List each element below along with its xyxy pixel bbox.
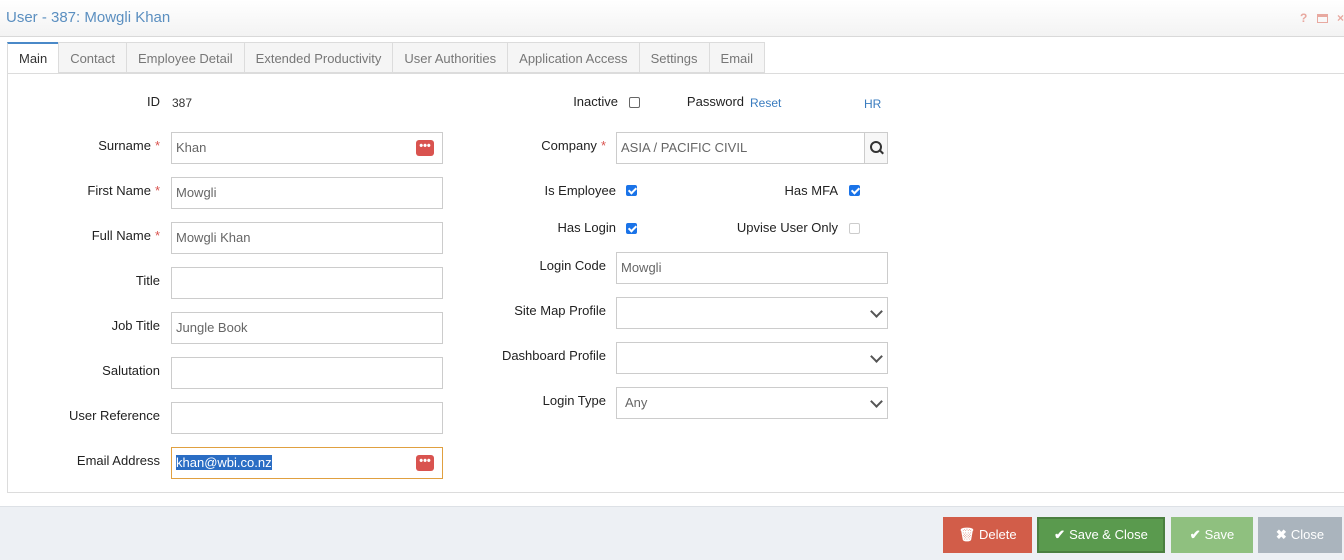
maximize-icon[interactable] bbox=[1316, 14, 1328, 24]
check-icon: ✔ bbox=[1189, 527, 1201, 542]
site-map-profile-label: Site Map Profile bbox=[514, 303, 606, 318]
more-options-icon[interactable]: ••• bbox=[416, 140, 434, 156]
login-type-value: Any bbox=[625, 395, 648, 410]
help-icon[interactable]: ? bbox=[1300, 11, 1307, 25]
first-name-field[interactable]: Mowgli bbox=[171, 177, 443, 209]
required-marker: * bbox=[154, 138, 160, 153]
required-marker: * bbox=[600, 138, 606, 153]
company-search-button[interactable] bbox=[864, 133, 887, 163]
has-login-checkbox[interactable] bbox=[626, 223, 637, 234]
tab-settings[interactable]: Settings bbox=[638, 42, 709, 73]
has-login-label: Has Login bbox=[557, 220, 616, 235]
hr-link[interactable]: HR bbox=[864, 97, 881, 111]
chevron-down-icon bbox=[870, 305, 883, 318]
save-close-button[interactable]: ✔ Save & Close bbox=[1037, 517, 1165, 553]
tab-extended-productivity[interactable]: Extended Productivity bbox=[243, 42, 393, 73]
email-address-field[interactable]: khan@wbi.co.nz ••• bbox=[171, 447, 443, 479]
full-name-label: Full Name * bbox=[91, 228, 160, 243]
login-code-field[interactable]: Mowgli bbox=[616, 252, 888, 284]
tab-user-authorities[interactable]: User Authorities bbox=[392, 42, 508, 73]
search-icon-handle bbox=[879, 149, 884, 155]
site-map-profile-select[interactable] bbox=[616, 297, 888, 329]
id-label: ID bbox=[147, 94, 160, 109]
required-marker: * bbox=[154, 183, 160, 198]
tab-bar: Main Contact Employee Detail Extended Pr… bbox=[7, 42, 766, 74]
more-options-icon[interactable]: ••• bbox=[416, 455, 434, 471]
window-titlebar: User - 387: Mowgli Khan ? × bbox=[0, 0, 1344, 37]
upvise-user-only-checkbox[interactable] bbox=[849, 223, 860, 234]
close-icon[interactable]: × bbox=[1337, 11, 1344, 25]
inactive-label: Inactive bbox=[573, 94, 618, 109]
salutation-label: Salutation bbox=[102, 363, 160, 378]
save-button[interactable]: ✔ Save bbox=[1171, 517, 1253, 553]
user-reference-label: User Reference bbox=[68, 408, 160, 423]
required-marker: * bbox=[154, 228, 160, 243]
surname-label: Surname * bbox=[98, 138, 160, 153]
chevron-down-icon bbox=[870, 350, 883, 363]
chevron-down-icon bbox=[870, 395, 883, 408]
id-value: 387 bbox=[172, 96, 193, 110]
tab-contact[interactable]: Contact bbox=[58, 42, 126, 73]
password-label: Password bbox=[686, 94, 744, 109]
salutation-field[interactable] bbox=[171, 357, 443, 389]
surname-value: Khan bbox=[176, 140, 207, 155]
dashboard-profile-label: Dashboard Profile bbox=[501, 348, 606, 363]
company-label: Company * bbox=[541, 138, 606, 153]
is-employee-checkbox[interactable] bbox=[626, 185, 637, 196]
is-employee-label: Is Employee bbox=[544, 183, 616, 198]
has-mfa-label: Has MFA bbox=[784, 183, 838, 198]
login-type-select[interactable]: Any bbox=[616, 387, 888, 419]
dialog-footer: 🗑 Delete ✔ Save & Close ✔ Save ✖ Close bbox=[0, 506, 1344, 560]
check-icon: ✔ bbox=[1054, 527, 1066, 542]
tab-application-access[interactable]: Application Access bbox=[507, 42, 639, 73]
upvise-user-only-label: Upvise User Only bbox=[736, 220, 838, 235]
has-mfa-checkbox[interactable] bbox=[849, 185, 860, 196]
delete-button[interactable]: 🗑 Delete bbox=[943, 517, 1032, 553]
surname-field[interactable]: Khan ••• bbox=[171, 132, 443, 164]
dashboard-profile-select[interactable] bbox=[616, 342, 888, 374]
close-icon: ✖ bbox=[1275, 527, 1287, 542]
login-code-label: Login Code bbox=[539, 258, 607, 273]
window-title: User - 387: Mowgli Khan bbox=[6, 9, 171, 26]
tab-employee-detail[interactable]: Employee Detail bbox=[126, 42, 244, 73]
tab-email[interactable]: Email bbox=[708, 42, 766, 73]
close-button[interactable]: ✖ Close bbox=[1258, 517, 1342, 553]
job-title-label: Job Title bbox=[111, 318, 160, 333]
login-type-label: Login Type bbox=[542, 393, 606, 408]
window-controls: ? × bbox=[1294, 11, 1344, 25]
tab-main[interactable]: Main bbox=[7, 42, 59, 74]
company-value: ASIA / PACIFIC CIVIL bbox=[621, 140, 748, 155]
company-field[interactable]: ASIA / PACIFIC CIVIL bbox=[616, 132, 888, 164]
full-name-field[interactable]: Mowgli Khan bbox=[171, 222, 443, 254]
inactive-checkbox[interactable] bbox=[629, 97, 640, 108]
first-name-label: First Name * bbox=[87, 183, 160, 198]
title-field[interactable] bbox=[171, 267, 443, 299]
user-reference-field[interactable] bbox=[171, 402, 443, 434]
trash-icon: 🗑 bbox=[958, 527, 975, 542]
email-address-value: khan@wbi.co.nz bbox=[176, 455, 272, 470]
email-address-label: Email Address bbox=[76, 453, 160, 468]
password-reset-link[interactable]: Reset bbox=[750, 96, 781, 110]
job-title-field[interactable]: Jungle Book bbox=[171, 312, 443, 344]
title-label: Title bbox=[135, 273, 160, 288]
